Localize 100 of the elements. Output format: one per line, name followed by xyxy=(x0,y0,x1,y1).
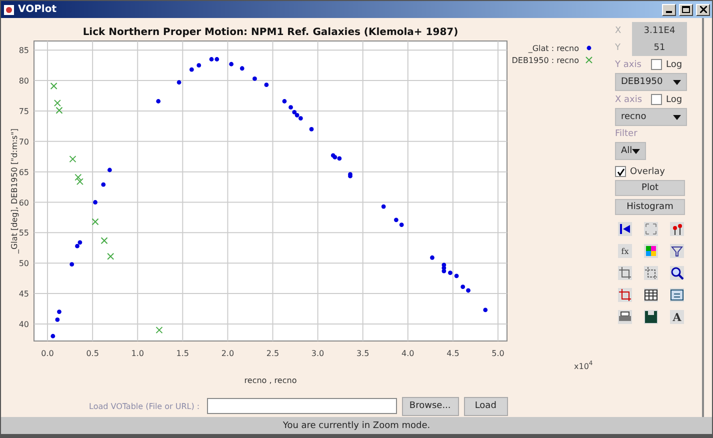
font-button[interactable]: A xyxy=(670,310,684,324)
crop-icon xyxy=(618,266,632,280)
y-tick-label: 75 xyxy=(18,106,29,116)
y-tick-label: 65 xyxy=(18,168,29,177)
x-tick-label: 2.5 xyxy=(266,349,280,358)
axis-label: Y axis xyxy=(615,60,642,70)
data-point xyxy=(229,62,234,66)
data-point xyxy=(282,99,287,104)
y-tick-label: 60 xyxy=(18,198,29,208)
data-point xyxy=(57,310,62,314)
data-point xyxy=(107,168,112,172)
load-button[interactable]: Load xyxy=(464,396,508,416)
close-icon xyxy=(700,6,706,13)
tool-button[interactable] xyxy=(670,288,684,302)
plot-button[interactable]: Plot xyxy=(615,180,685,196)
data-point xyxy=(93,200,98,204)
y-tick-label: 45 xyxy=(18,290,29,299)
y-tick-label: 55 xyxy=(18,228,29,238)
first-icon xyxy=(618,222,632,236)
data-point xyxy=(50,82,58,90)
axis-label: X axis xyxy=(615,94,644,104)
tool-button[interactable] xyxy=(670,244,684,258)
x-tick-label: 2.0 xyxy=(221,349,234,358)
data-point xyxy=(100,237,108,244)
checkbox-label: Log xyxy=(666,60,682,70)
data-point xyxy=(92,218,99,226)
data-point xyxy=(483,308,488,312)
x-tick-label: 1.0 xyxy=(131,349,144,358)
tool-button[interactable] xyxy=(618,310,632,324)
data-point xyxy=(196,63,202,68)
log-checkbox[interactable] xyxy=(651,94,662,105)
axis-multiplier: x10$^{4}$ xyxy=(574,360,593,371)
data-point xyxy=(69,156,76,163)
data-point xyxy=(252,76,257,81)
legend-label: DEB1950 : recno xyxy=(512,56,579,65)
data-point xyxy=(176,80,182,85)
minimize-button[interactable] xyxy=(662,4,676,16)
y-label: Y xyxy=(615,42,622,52)
data-point xyxy=(448,270,452,276)
tool-button[interactable] xyxy=(644,288,658,302)
save-icon xyxy=(644,310,658,324)
data-point xyxy=(264,82,269,88)
caret-icon xyxy=(632,148,640,154)
y-tick-label: 80 xyxy=(18,76,29,86)
x-tick-label: 1.5 xyxy=(176,349,190,358)
overlay-checkbox[interactable] xyxy=(615,166,626,177)
tool-button[interactable] xyxy=(644,310,658,324)
grid-icon xyxy=(644,244,658,258)
window-title: VOPlot xyxy=(18,4,58,15)
x-tick-label: 4.5 xyxy=(446,349,460,358)
y-readout: 51 xyxy=(632,39,687,56)
filter-dropdown[interactable]: All xyxy=(615,142,646,160)
data-point xyxy=(240,66,244,71)
status-bar: You are currently in Zoom mode. xyxy=(1,417,712,437)
checkbox-label: Log xyxy=(666,94,682,104)
close-button[interactable] xyxy=(696,4,710,16)
data-point xyxy=(107,252,114,260)
x-tick-label: 4.0 xyxy=(402,349,414,358)
y-tick-label: 40 xyxy=(18,320,29,329)
tool-button[interactable] xyxy=(670,222,684,236)
axis-dropdown[interactable]: DEB1950 xyxy=(615,73,687,91)
x-readout: 3.11E4 xyxy=(632,22,687,39)
maximize-button[interactable] xyxy=(679,4,693,16)
data-point xyxy=(70,262,74,267)
y-axis-label: _Glat [deg], DEB1950 ["d:m:s"] xyxy=(10,128,19,254)
maximize-icon xyxy=(682,6,690,13)
x-tick-label: 0.5 xyxy=(86,349,99,358)
x-axis-label: recno , recno xyxy=(244,376,297,385)
x-tick-label: 0.0 xyxy=(41,349,54,358)
legend-label: _Glat : recno xyxy=(528,44,579,53)
data-point xyxy=(454,274,459,278)
caret-icon xyxy=(673,114,681,120)
chart-title: Lick Northern Proper Motion: NPM1 Ref. Galaxies (Klemola+ 1987) xyxy=(82,27,458,38)
table-icon xyxy=(644,288,658,302)
printer-icon xyxy=(618,310,632,324)
window-icon xyxy=(670,288,684,302)
filter-icon xyxy=(670,244,684,258)
axis-dropdown[interactable]: recno xyxy=(615,108,687,126)
url-field[interactable] xyxy=(206,398,397,414)
data-point xyxy=(156,326,163,334)
crop-icon xyxy=(618,288,632,302)
caret-icon xyxy=(673,80,681,84)
histogram-button[interactable]: Histogram xyxy=(615,199,685,215)
data-point xyxy=(55,318,60,322)
checkbox-label: Overlay xyxy=(630,166,665,176)
data-point xyxy=(101,182,106,187)
data-point xyxy=(156,99,161,104)
y-tick-label: 50 xyxy=(18,259,29,268)
x-tick-label: 3.5 xyxy=(356,349,370,358)
function-button[interactable]: fx xyxy=(618,244,632,258)
browse-button[interactable]: Browse... xyxy=(402,396,459,416)
log-checkbox[interactable] xyxy=(651,59,662,70)
data-point xyxy=(430,255,434,260)
crop-icon xyxy=(644,266,658,280)
app-icon xyxy=(3,4,15,16)
tool-button[interactable] xyxy=(670,266,684,280)
tool-button[interactable] xyxy=(618,222,632,236)
pins-icon xyxy=(670,222,684,236)
x-tick-label: 5.0 xyxy=(492,349,504,358)
filter-label: Filter xyxy=(615,129,638,139)
